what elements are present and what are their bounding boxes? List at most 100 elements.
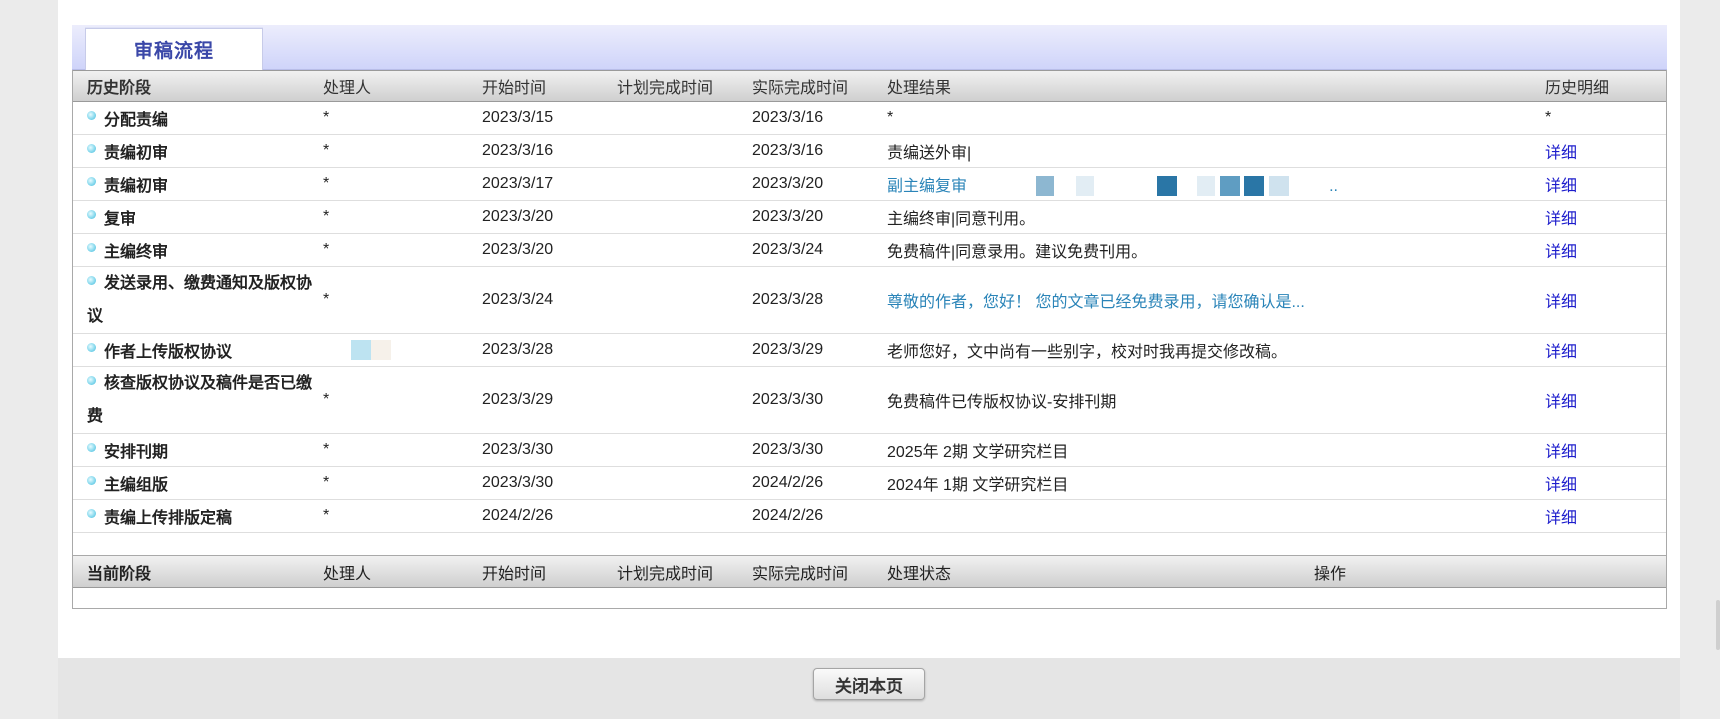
redacted-pixel bbox=[1219, 176, 1240, 197]
result-cell: 责编送外审| bbox=[887, 145, 972, 162]
current-header-row: 当前阶段 处理人 开始时间 计划完成时间 实际完成时间 处理状态 操作 bbox=[73, 556, 1666, 588]
actual-time-cell: 2024/2/26 bbox=[752, 474, 824, 491]
table-row: 核查版权协议及稿件是否已缴费 * 2023/3/29 2023/3/30 免费稿… bbox=[73, 367, 1666, 434]
actual-time-cell: 2023/3/30 bbox=[752, 391, 824, 408]
start-time-cell: 2023/3/20 bbox=[482, 208, 554, 225]
header-status: 处理状态 bbox=[887, 565, 952, 583]
detail-link[interactable]: 详细 bbox=[1545, 438, 1665, 462]
header-current-stage: 当前阶段 bbox=[87, 565, 152, 583]
result-ellipsis: .. bbox=[1329, 177, 1338, 195]
header-actual-time: 实际完成时间 bbox=[752, 565, 849, 583]
stage-cell: 复审 bbox=[73, 205, 319, 229]
actual-time-cell: 2024/2/26 bbox=[752, 507, 824, 524]
stage-label: 安排刊期 bbox=[104, 444, 169, 461]
stage-cell: 作者上传版权协议 bbox=[73, 338, 319, 362]
bullet-icon bbox=[87, 242, 96, 252]
stage-cell: 安排刊期 bbox=[73, 438, 319, 462]
detail-link[interactable]: 详细 bbox=[1545, 172, 1665, 196]
actual-time-cell: 2023/3/29 bbox=[752, 341, 824, 358]
actual-time-cell: 2023/3/16 bbox=[752, 142, 824, 159]
detail-link[interactable]: 详细 bbox=[1545, 288, 1665, 312]
actual-time-cell: 2023/3/24 bbox=[752, 241, 824, 258]
table-row: 分配责编 * 2023/3/15 2023/3/16 * * bbox=[73, 102, 1666, 135]
handler-cell: * bbox=[323, 142, 330, 159]
result-cell: 免费稿件已传版权协议-安排刊期 bbox=[887, 394, 1117, 411]
detail-link[interactable]: 详细 bbox=[1545, 471, 1665, 495]
start-time-cell: 2023/3/17 bbox=[482, 175, 554, 192]
detail-link[interactable]: 详细 bbox=[1545, 205, 1665, 229]
start-time-cell: 2023/3/29 bbox=[482, 391, 554, 408]
stage-cell: 主编组版 bbox=[73, 471, 319, 495]
bullet-icon bbox=[87, 110, 96, 120]
actual-time-cell: 2023/3/30 bbox=[752, 441, 824, 458]
detail-link[interactable]: 详细 bbox=[1545, 238, 1665, 262]
detail-link[interactable]: 详细 bbox=[1545, 504, 1665, 528]
history-table: 历史阶段 处理人 开始时间 计划完成时间 实际完成时间 处理结果 历史明细 分配… bbox=[72, 70, 1667, 609]
stage-cell: 主编终审 bbox=[73, 238, 319, 262]
table-spacer bbox=[73, 533, 1666, 556]
stage-cell: 责编上传排版定稿 bbox=[73, 504, 319, 528]
table-row: 主编终审 * 2023/3/20 2023/3/24 免费稿件|同意录用。建议免… bbox=[73, 234, 1666, 267]
bullet-icon bbox=[87, 508, 96, 518]
redacted-pixel bbox=[1035, 176, 1054, 197]
header-result: 处理结果 bbox=[887, 80, 952, 97]
handler-cell: * bbox=[323, 241, 330, 258]
stage-label: 责编初审 bbox=[104, 145, 169, 162]
result-link[interactable]: 尊敬的作者，您好！ 您的文章已经免费录用，请您确认是... bbox=[887, 288, 1545, 312]
bullet-icon bbox=[87, 376, 96, 386]
redacted-pixel bbox=[1156, 176, 1177, 197]
tab-review-process[interactable]: 审稿流程 bbox=[85, 28, 263, 70]
redacted-pixel bbox=[1076, 176, 1095, 197]
stage-cell: 核查版权协议及稿件是否已缴费 bbox=[73, 367, 319, 433]
redacted-pixel bbox=[371, 340, 391, 360]
start-time-cell: 2023/3/15 bbox=[482, 109, 554, 126]
bullet-icon bbox=[87, 475, 96, 485]
detail-link[interactable]: 详细 bbox=[1545, 139, 1665, 163]
detail-link[interactable]: 详细 bbox=[1545, 388, 1665, 412]
history-header-row: 历史阶段 处理人 开始时间 计划完成时间 实际完成时间 处理结果 历史明细 bbox=[73, 70, 1666, 102]
header-start-time: 开始时间 bbox=[482, 80, 547, 97]
bullet-icon bbox=[87, 176, 96, 186]
header-planned-time: 计划完成时间 bbox=[617, 565, 714, 583]
close-page-button[interactable]: 关闭本页 bbox=[813, 668, 925, 700]
stage-cell: 分配责编 bbox=[73, 106, 319, 130]
result-link[interactable]: 副主编复审 bbox=[887, 178, 967, 195]
stage-label: 发送录用、缴费通知及版权协议 bbox=[87, 275, 313, 325]
handler-cell: * bbox=[323, 391, 330, 408]
header-start-time: 开始时间 bbox=[482, 565, 547, 583]
scrollbar-thumb[interactable] bbox=[1716, 600, 1720, 650]
bullet-icon bbox=[87, 143, 96, 153]
bullet-icon bbox=[87, 342, 96, 352]
actual-time-cell: 2023/3/20 bbox=[752, 208, 824, 225]
table-row: 责编初审 * 2023/3/16 2023/3/16 责编送外审| 详细 bbox=[73, 135, 1666, 168]
result-cell: 免费稿件|同意录用。建议免费刊用。 bbox=[887, 244, 1148, 261]
header-history-detail: 历史明细 bbox=[1545, 80, 1610, 97]
stage-label: 复审 bbox=[104, 211, 137, 228]
stage-label: 核查版权协议及稿件是否已缴费 bbox=[87, 375, 313, 425]
table-row: 责编上传排版定稿 * 2024/2/26 2024/2/26 详细 bbox=[73, 500, 1666, 533]
start-time-cell: 2023/3/28 bbox=[482, 341, 554, 358]
bullet-icon bbox=[87, 276, 96, 286]
footer-bar: 关闭本页 bbox=[58, 658, 1680, 719]
stage-cell: 责编初审 bbox=[73, 172, 319, 196]
start-time-cell: 2023/3/30 bbox=[482, 474, 554, 491]
redacted-pixel bbox=[351, 340, 371, 360]
header-actual-time: 实际完成时间 bbox=[752, 80, 849, 97]
header-handler: 处理人 bbox=[323, 80, 372, 97]
handler-cell: * bbox=[323, 291, 330, 308]
handler-cell: * bbox=[323, 441, 330, 458]
stage-label: 分配责编 bbox=[104, 112, 169, 129]
result-cell: 2025年 2期 文学研究栏目 bbox=[887, 444, 1069, 461]
table-row: 发送录用、缴费通知及版权协议 * 2023/3/24 2023/3/28 尊敬的… bbox=[73, 267, 1666, 334]
table-row: 作者上传版权协议 2023/3/28 2023/3/29 老师您好，文中尚有一些… bbox=[73, 334, 1666, 367]
start-time-cell: 2024/2/26 bbox=[482, 507, 554, 524]
detail-link[interactable]: 详细 bbox=[1545, 338, 1665, 362]
bullet-icon bbox=[87, 442, 96, 452]
start-time-cell: 2023/3/20 bbox=[482, 241, 554, 258]
stage-label: 主编组版 bbox=[104, 477, 169, 494]
handler-cell: * bbox=[323, 507, 330, 524]
current-empty-row bbox=[73, 588, 1666, 608]
header-planned-time: 计划完成时间 bbox=[617, 80, 714, 97]
detail-cell: * bbox=[1545, 109, 1552, 126]
header-stage: 历史阶段 bbox=[87, 80, 152, 97]
